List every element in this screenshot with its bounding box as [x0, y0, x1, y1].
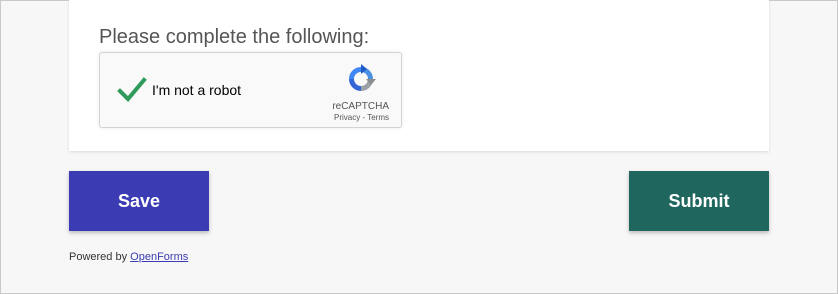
checkmark-icon[interactable]: [116, 74, 148, 106]
openforms-link[interactable]: OpenForms: [130, 251, 188, 263]
powered-by-text: Powered by: [69, 251, 131, 263]
privacy-link[interactable]: Privacy: [334, 113, 360, 122]
submit-button[interactable]: Submit: [629, 171, 769, 231]
captcha-label: I'm not a robot: [152, 82, 242, 98]
recaptcha-brand: reCAPTCHA: [332, 101, 389, 112]
recaptcha-links: Privacy - Terms: [334, 113, 389, 122]
save-button[interactable]: Save: [69, 171, 209, 231]
recaptcha-logo-icon: [349, 64, 376, 91]
terms-link[interactable]: Terms: [367, 113, 389, 122]
powered-by: Powered by OpenForms: [69, 251, 188, 263]
form-card: Please complete the following: I'm not a…: [69, 0, 769, 151]
recaptcha-widget: I'm not a robot reCAPTCHA Privacy - Term…: [99, 52, 402, 128]
captcha-prompt: Please complete the following:: [99, 26, 370, 48]
